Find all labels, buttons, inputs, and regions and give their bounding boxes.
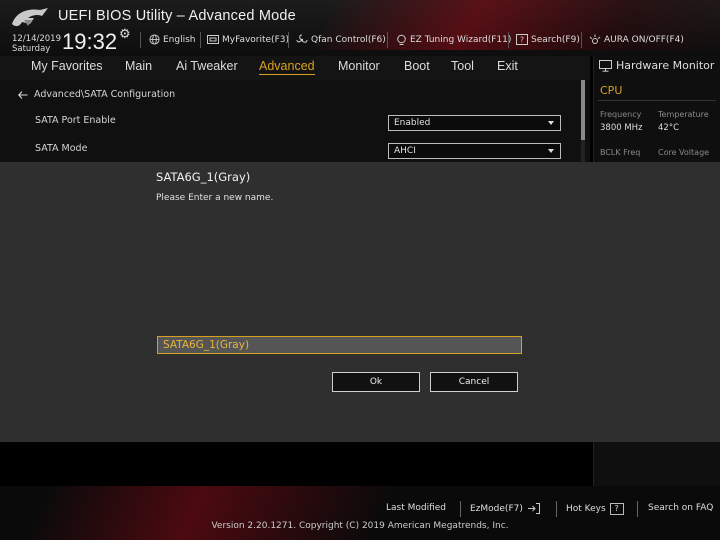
monitor-icon (599, 59, 612, 72)
bclk-freq-label: BCLK Freq (600, 148, 641, 157)
header-divider (288, 32, 289, 48)
clock-settings-gear-icon[interactable]: ⚙ (119, 27, 131, 42)
aura-label: AURA ON/OFF(F4) (604, 35, 684, 45)
breadcrumb[interactable]: Advanced\SATA Configuration (18, 89, 175, 100)
tab-advanced[interactable]: Advanced (259, 59, 315, 75)
sata-port-enable-dropdown[interactable]: Enabled (388, 115, 561, 131)
tab-main[interactable]: Main (125, 59, 152, 73)
frequency-label: Frequency (600, 110, 642, 119)
footer-divider (637, 501, 638, 517)
question-key-icon: ? (609, 503, 624, 515)
myfavorite-button[interactable]: MyFavorite(F3) (207, 32, 289, 48)
ezmode-button[interactable]: EzMode(F7) (470, 503, 540, 514)
qfan-control-button[interactable]: Qfan Control(F6) (296, 32, 386, 48)
sata-mode-dropdown[interactable]: AHCI (388, 143, 561, 159)
rename-dialog (0, 162, 720, 442)
title-bar: UEFI BIOS Utility – Advanced Mode 12/14/… (0, 0, 720, 56)
lightbulb-icon (395, 34, 407, 46)
footer-divider (460, 501, 461, 517)
tab-boot[interactable]: Boot (404, 59, 430, 73)
search-button[interactable]: ? Search(F9) (516, 32, 580, 48)
back-arrow-icon[interactable] (18, 90, 28, 99)
myfavorite-label: MyFavorite(F3) (222, 35, 289, 45)
tab-ai-tweaker[interactable]: Ai Tweaker (176, 59, 238, 73)
dialog-message: Please Enter a new name. (156, 193, 274, 203)
tab-tool[interactable]: Tool (451, 59, 474, 73)
qfan-label: Qfan Control(F6) (311, 35, 386, 45)
chevron-down-icon (548, 121, 554, 125)
clock-display: 19:32 (62, 29, 118, 54)
header-divider (200, 32, 201, 48)
tab-my-favorites[interactable]: My Favorites (31, 59, 103, 73)
tab-exit[interactable]: Exit (497, 59, 518, 73)
help-box-icon: ? (516, 34, 528, 46)
sata-port-enable-value: Enabled (394, 118, 431, 128)
header-divider (387, 32, 388, 48)
cancel-button[interactable]: Cancel (430, 372, 518, 392)
temperature-value: 42°C (658, 123, 680, 133)
core-voltage-label: Core Voltage (658, 148, 710, 157)
tab-monitor[interactable]: Monitor (338, 59, 380, 73)
ez-tuning-wizard-button[interactable]: EZ Tuning Wizard(F11) (395, 32, 511, 48)
frequency-value: 3800 MHz (600, 123, 643, 133)
aura-light-icon (589, 34, 601, 46)
chevron-down-icon (548, 149, 554, 153)
rog-logo-icon (12, 8, 48, 27)
header-divider (508, 32, 509, 48)
app-title: UEFI BIOS Utility – Advanced Mode (58, 8, 296, 24)
dialog-title: SATA6G_1(Gray) (156, 170, 251, 184)
header-divider (581, 32, 582, 48)
sata-mode-value: AHCI (394, 146, 416, 156)
sata-port-enable-label: SATA Port Enable (35, 115, 116, 126)
main-menu-bar: My Favorites Main Ai Tweaker Advanced Mo… (0, 56, 590, 80)
cpu-section-label: CPU (600, 84, 623, 97)
aura-toggle-button[interactable]: AURA ON/OFF(F4) (589, 32, 684, 48)
hardware-monitor-title: Hardware Monitor (599, 59, 714, 72)
breadcrumb-path: Advanced\SATA Configuration (34, 89, 176, 100)
fan-icon (296, 34, 308, 46)
globe-icon (148, 34, 160, 46)
search-faq-button[interactable]: Search on FAQ (648, 503, 713, 513)
settings-panel: Advanced\SATA Configuration SATA Port En… (0, 80, 590, 162)
header-divider (140, 32, 141, 48)
version-info: Version 2.20.1271. Copyright (C) 2019 Am… (211, 521, 509, 531)
hot-keys-button[interactable]: Hot Keys ? (566, 503, 624, 515)
name-input[interactable]: SATA6G_1(Gray) (157, 336, 522, 354)
footer-divider (556, 501, 557, 517)
language-button[interactable]: English (148, 32, 196, 48)
last-modified-button[interactable]: Last Modified (386, 503, 446, 513)
date-display: 12/14/2019 Saturday (12, 34, 61, 54)
ez-tuning-label: EZ Tuning Wizard(F11) (410, 35, 512, 45)
sata-mode-label: SATA Mode (35, 143, 88, 154)
language-label: English (163, 35, 196, 45)
favorite-folder-icon (207, 34, 219, 46)
svg-text:?: ? (520, 36, 524, 45)
temperature-label: Temperature (658, 110, 709, 119)
status-bar: Last Modified EzMode(F7) Hot Keys ? Sear… (0, 486, 720, 540)
hwmon-divider (598, 100, 716, 101)
settings-scrollbar-thumb[interactable] (581, 80, 585, 140)
exit-to-ezmode-icon (527, 503, 540, 514)
ok-button[interactable]: Ok (332, 372, 420, 392)
search-label: Search(F9) (531, 35, 580, 45)
